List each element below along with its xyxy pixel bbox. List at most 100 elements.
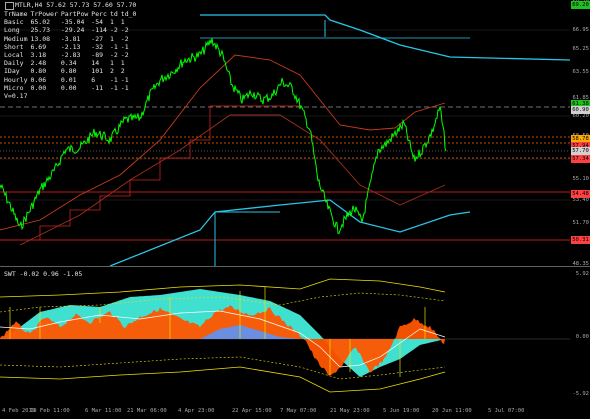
price-tag: 69.20 bbox=[571, 1, 590, 9]
info-cell: 2.48 bbox=[30, 59, 47, 68]
info-cell: -1 bbox=[120, 42, 129, 51]
info-cell: Long bbox=[4, 26, 20, 35]
date-label: 21 Mar 06:00 bbox=[127, 408, 167, 414]
step-support-line bbox=[0, 105, 300, 241]
info-cell: -1 bbox=[120, 83, 129, 92]
info-header-cell: td_0 bbox=[120, 10, 137, 18]
info-cell: 2 bbox=[120, 67, 125, 76]
price-label: 51.70 bbox=[572, 220, 589, 226]
info-cell: -2.13 bbox=[60, 42, 81, 51]
band-lower-line bbox=[109, 199, 471, 266]
info-cell: 25.73 bbox=[30, 26, 51, 35]
info-cell: 0.00 bbox=[60, 83, 77, 92]
indicator-level-label: 0.00 bbox=[575, 334, 589, 340]
info-cell: -2 bbox=[109, 51, 118, 60]
info-cell: -2.83 bbox=[60, 51, 81, 60]
info-cell: -2 bbox=[109, 26, 118, 35]
info-cell: 1 bbox=[120, 18, 125, 27]
info-cell: Daily bbox=[4, 59, 24, 68]
info-cell: Short bbox=[4, 42, 24, 51]
info-cell: -1 bbox=[109, 75, 118, 84]
info-cell: Local bbox=[4, 51, 24, 60]
info-cell: -32 bbox=[91, 42, 104, 51]
info-cell: 0.80 bbox=[30, 67, 47, 76]
date-label: 4 Apr 23:00 bbox=[178, 408, 215, 414]
info-row: Long 25.73 -29.24 -114 -2 -2 bbox=[4, 26, 139, 34]
info-cell: -35.04 bbox=[60, 18, 85, 27]
price-tag: 57.70 bbox=[571, 147, 590, 155]
info-cell: 65.02 bbox=[30, 18, 51, 27]
info-cell: -2 bbox=[120, 26, 129, 35]
price-tag: 54.48 bbox=[571, 190, 590, 198]
info-row: IDay 0.80 0.80 101 2 2 bbox=[4, 67, 139, 75]
info-cell: -3.81 bbox=[60, 34, 81, 43]
price-label: 65.25 bbox=[572, 46, 589, 52]
info-cell: 14 bbox=[91, 59, 100, 68]
date-label: 20 Jun 11:00 bbox=[432, 408, 472, 414]
info-cell: -114 bbox=[91, 26, 107, 35]
info-row: Short 6.69 -2.13 -32 -1 -1 bbox=[4, 43, 139, 51]
swt-lower-band bbox=[0, 366, 446, 393]
info-row: Local 3.18 -2.83 -89 -2 -2 bbox=[4, 51, 139, 59]
price-label: 55.10 bbox=[572, 176, 589, 182]
band-step bbox=[214, 211, 280, 266]
info-cell: -2 bbox=[120, 34, 129, 43]
info-cell: 0.80 bbox=[60, 67, 77, 76]
info-cell: -1 bbox=[120, 75, 129, 84]
info-row: Medium 13.08 -3.81 -27 1 -2 bbox=[4, 35, 139, 43]
extra-label: V=0.17 bbox=[4, 92, 28, 101]
info-row: Daily 2.48 0.34 14 1 1 bbox=[4, 59, 139, 67]
info-cell: 0.00 bbox=[30, 83, 47, 92]
trend-info-panel: TrName TrPower PartPow Perc td td_0 Basic 65.02… bbox=[4, 10, 139, 100]
info-row: Micro 0.00 0.00 -11 -1 -1 bbox=[4, 84, 139, 92]
info-cell: -2 bbox=[120, 51, 129, 60]
info-cell: -1 bbox=[109, 42, 118, 51]
indicator-level-label: -5.92 bbox=[572, 391, 589, 397]
info-header-cell: Perc bbox=[91, 10, 107, 18]
info-cell: 1 bbox=[120, 59, 125, 68]
info-cell: 101 bbox=[91, 67, 104, 76]
info-cell: 1 bbox=[109, 59, 114, 68]
date-label: 6 Mar 11:00 bbox=[85, 408, 122, 414]
date-label: 7 May 07:00 bbox=[280, 408, 317, 414]
info-row: Basic 65.02 -35.04 -54 1 1 bbox=[4, 18, 139, 26]
info-header-cell: PartPow bbox=[60, 10, 89, 18]
swt-indicator-pane[interactable]: SWT -0.02 0.96 -1.05 5.92 0.00 -5.92 bbox=[0, 267, 590, 403]
price-tag: 57.34 bbox=[571, 155, 590, 163]
price-tag: 60.90 bbox=[571, 106, 590, 114]
indicator-level-label: 5.92 bbox=[575, 271, 589, 277]
date-label: 21 May 23:00 bbox=[330, 408, 370, 414]
info-header-cell: TrName bbox=[4, 10, 28, 18]
info-cell: 2 bbox=[109, 67, 114, 76]
info-cell: 0.01 bbox=[60, 75, 77, 84]
main-chart-pane[interactable]: MTLR,H4 57.62 57.73 57.60 57.70 TrName Tr… bbox=[0, 0, 590, 267]
info-cell: -11 bbox=[91, 83, 104, 92]
indicator-title: SWT -0.02 0.96 -1.05 bbox=[4, 270, 83, 278]
info-cell: 6.69 bbox=[30, 42, 47, 51]
date-label: 5 Jul 07:00 bbox=[488, 408, 525, 414]
info-cell: 1 bbox=[109, 18, 114, 27]
date-label: 19 Feb 11:00 bbox=[30, 408, 70, 414]
info-cell: 1 bbox=[109, 34, 114, 43]
swt-indicator-canvas[interactable] bbox=[0, 267, 570, 403]
info-cell: -1 bbox=[109, 83, 118, 92]
band-upper-line bbox=[200, 14, 570, 61]
date-label: 5 Jun 19:00 bbox=[383, 408, 420, 414]
info-cell: Hourly bbox=[4, 75, 28, 84]
info-cell: Medium bbox=[4, 34, 28, 43]
moving-average-slow bbox=[19, 114, 446, 246]
info-row: Hourly 0.06 0.01 6 -1 -1 bbox=[4, 76, 139, 84]
info-cell: -54 bbox=[91, 18, 104, 27]
price-label: 66.95 bbox=[572, 27, 589, 33]
info-cell: 13.08 bbox=[30, 34, 51, 43]
window-toggle-icon[interactable] bbox=[5, 2, 14, 10]
info-cell: 0.34 bbox=[60, 59, 77, 68]
price-label: 63.55 bbox=[572, 69, 589, 75]
date-label: 22 Apr 15:00 bbox=[232, 408, 272, 414]
info-cell: 0.06 bbox=[30, 75, 47, 84]
info-cell: -89 bbox=[91, 51, 104, 60]
info-cell: 6 bbox=[91, 75, 96, 84]
info-cell: -27 bbox=[91, 34, 104, 43]
info-header-cell: td bbox=[109, 10, 118, 18]
info-cell: -29.24 bbox=[60, 26, 85, 35]
